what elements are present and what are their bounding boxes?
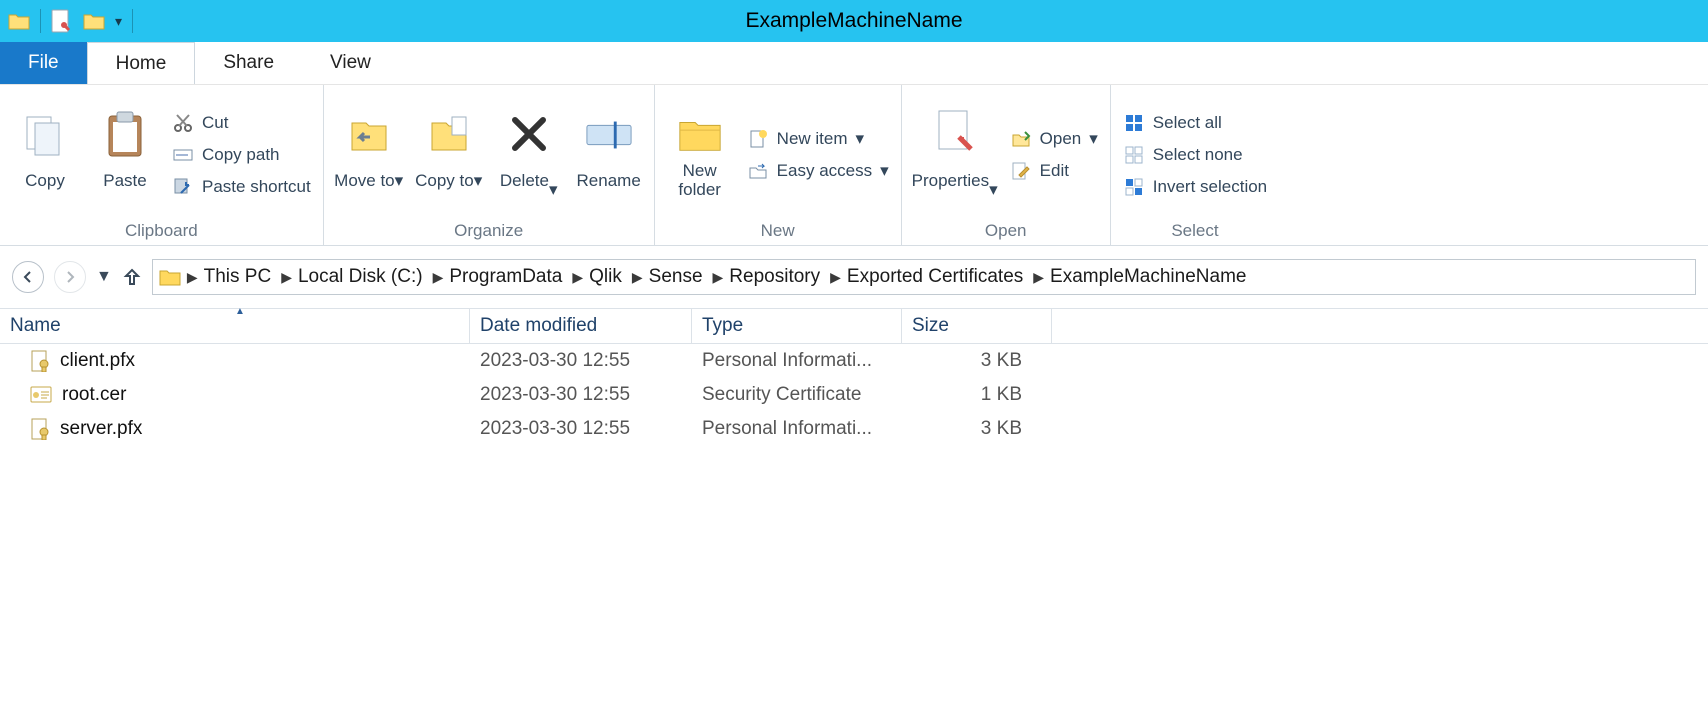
ribbon: Copy Paste Cut Cop [0, 85, 1708, 246]
select-none-button[interactable]: Select none [1119, 142, 1271, 168]
separator [132, 9, 133, 33]
new-item-button[interactable]: New item ▾ [743, 126, 893, 152]
recent-locations-dropdown[interactable]: ▼ [96, 268, 112, 286]
ribbon-group-open: Properties▾ Open ▾ Edit Open [902, 85, 1111, 245]
file-type: Personal Informati... [692, 348, 902, 374]
file-date: 2023-03-30 12:55 [470, 382, 692, 408]
edit-icon [1010, 160, 1032, 182]
copy-icon [21, 111, 69, 159]
navigation-bar: ▼ ▶ This PC▶ Local Disk (C:)▶ ProgramDat… [0, 246, 1708, 308]
tab-view[interactable]: View [302, 42, 399, 84]
copy-to-button[interactable]: Copy to ▾ [412, 111, 486, 199]
tab-home[interactable]: Home [87, 42, 196, 84]
paste-icon [101, 111, 149, 159]
breadcrumb-item[interactable]: ExampleMachineName [1050, 266, 1246, 288]
window-title: ExampleMachineName [0, 9, 1708, 33]
folder-icon [159, 267, 181, 287]
separator [40, 9, 41, 33]
new-folder-button[interactable]: New folder [663, 110, 737, 199]
file-icon [30, 418, 50, 440]
qat-dropdown-icon[interactable]: ▾ [115, 13, 122, 30]
breadcrumb-item[interactable]: Exported Certificates▶ [847, 266, 1044, 288]
cut-button[interactable]: Cut [168, 110, 315, 136]
file-list: client.pfx2023-03-30 12:55Personal Infor… [0, 344, 1708, 446]
scissors-icon [172, 112, 194, 134]
properties-icon [931, 110, 979, 158]
invert-selection-icon [1123, 176, 1145, 198]
column-date[interactable]: Date modified [470, 309, 692, 343]
breadcrumb-item[interactable]: This PC▶ [204, 266, 292, 288]
title-bar: ▾ ExampleMachineName [0, 0, 1708, 42]
breadcrumb-item[interactable]: Local Disk (C:)▶ [298, 266, 443, 288]
file-row[interactable]: server.pfx 2023-03-30 12:55Personal Infor… [0, 412, 1708, 446]
sort-indicator-icon: ▲ [235, 306, 245, 317]
file-icon [30, 385, 52, 405]
file-size: 3 KB [902, 416, 1052, 442]
delete-button[interactable]: Delete▾ [492, 110, 566, 199]
file-type: Personal Informati... [692, 416, 902, 442]
ribbon-tabs: File Home Share View [0, 42, 1708, 85]
back-button[interactable] [12, 261, 44, 293]
select-all-button[interactable]: Select all [1119, 110, 1271, 136]
column-size[interactable]: Size [902, 309, 1052, 343]
rename-icon [585, 111, 633, 159]
ribbon-group-new: New folder New item ▾ Easy access ▾ New [655, 85, 902, 245]
tab-file[interactable]: File [0, 42, 87, 84]
easy-access-button[interactable]: Easy access ▾ [743, 158, 893, 184]
ribbon-group-clipboard: Copy Paste Cut Cop [0, 85, 324, 245]
breadcrumb-item[interactable]: Repository▶ [729, 266, 841, 288]
forward-button[interactable] [54, 261, 86, 293]
copy-to-icon [425, 111, 473, 159]
new-folder-icon [676, 110, 724, 158]
ribbon-group-organize: Move to ▾ Copy to ▾ Delete▾ Rename [324, 85, 655, 245]
up-button[interactable] [122, 267, 142, 287]
open-button[interactable]: Open ▾ [1006, 126, 1102, 152]
file-date: 2023-03-30 12:55 [470, 348, 692, 374]
file-icon [30, 350, 50, 372]
folder-icon [8, 11, 30, 31]
easy-access-icon [747, 160, 769, 182]
copy-path-icon [172, 144, 194, 166]
properties-qat-icon[interactable] [51, 9, 73, 33]
properties-button[interactable]: Properties▾ [910, 110, 1000, 199]
file-row[interactable]: client.pfx 2023-03-30 12:55Personal Infor… [0, 344, 1708, 378]
file-size: 1 KB [902, 382, 1052, 408]
file-type: Security Certificate [692, 382, 902, 408]
paste-button[interactable]: Paste [88, 111, 162, 199]
file-name: client.pfx [60, 350, 135, 372]
open-icon [1010, 128, 1032, 150]
folder-qat-icon[interactable] [83, 11, 105, 31]
file-name: server.pfx [60, 418, 142, 440]
tab-share[interactable]: Share [195, 42, 302, 84]
new-item-icon [747, 128, 769, 150]
file-size: 3 KB [902, 348, 1052, 374]
move-to-button[interactable]: Move to ▾ [332, 111, 406, 199]
chevron-right-icon[interactable]: ▶ [187, 269, 198, 286]
edit-button[interactable]: Edit [1006, 158, 1102, 184]
column-type[interactable]: Type [692, 309, 902, 343]
breadcrumb-item[interactable]: Sense▶ [649, 266, 724, 288]
file-row[interactable]: root.cer 2023-03-30 12:55Security Certifi… [0, 378, 1708, 412]
breadcrumb[interactable]: ▶ This PC▶ Local Disk (C:)▶ ProgramData▶… [152, 259, 1696, 295]
delete-icon [505, 110, 553, 158]
move-to-icon [345, 111, 393, 159]
file-name: root.cer [62, 384, 126, 406]
copy-button[interactable]: Copy [8, 111, 82, 199]
columns-header: Name Date modified Type Size [0, 308, 1708, 344]
invert-selection-button[interactable]: Invert selection [1119, 174, 1271, 200]
breadcrumb-item[interactable]: Qlik▶ [589, 266, 643, 288]
select-none-icon [1123, 144, 1145, 166]
ribbon-group-select: Select all Select none Invert selection … [1111, 85, 1279, 245]
rename-button[interactable]: Rename [572, 111, 646, 199]
breadcrumb-item[interactable]: ProgramData▶ [449, 266, 583, 288]
paste-shortcut-button[interactable]: Paste shortcut [168, 174, 315, 200]
copy-path-button[interactable]: Copy path [168, 142, 315, 168]
select-all-icon [1123, 112, 1145, 134]
file-date: 2023-03-30 12:55 [470, 416, 692, 442]
paste-shortcut-icon [172, 176, 194, 198]
